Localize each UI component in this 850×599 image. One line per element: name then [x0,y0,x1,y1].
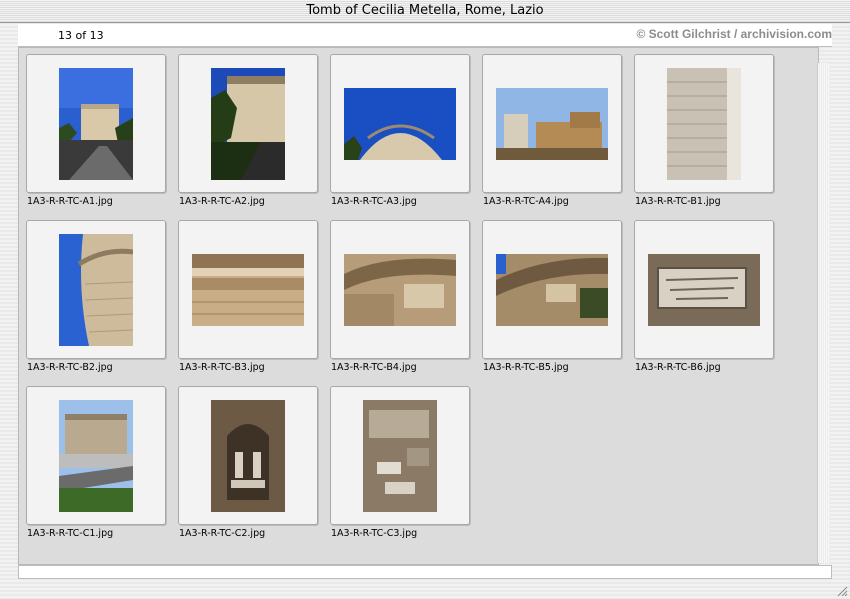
castle-photo-image[interactable] [59,400,133,512]
slide-frame[interactable] [178,220,318,359]
slide-frame[interactable] [26,54,166,193]
thumbnail-filename: 1A3-R-R-TC-A4.jpg [483,196,569,207]
tomb-photo-image[interactable] [59,68,133,180]
slide-frame[interactable] [634,220,774,359]
slide-frame[interactable] [330,386,470,525]
tomb-photo-image[interactable] [59,234,133,346]
slide-frame[interactable] [330,54,470,193]
slide-frame[interactable] [330,220,470,359]
slide-frame[interactable] [482,54,622,193]
slide-frame[interactable] [26,220,166,359]
frieze-photo-image[interactable] [192,254,304,326]
slide-frame[interactable] [634,54,774,193]
thumbnail-filename: 1A3-R-R-TC-C3.jpg [331,528,418,539]
slide-frame[interactable] [26,386,166,525]
window-title: Tomb of Cecilia Metella, Rome, Lazio [306,3,544,18]
image-counter: 13 of 13 [58,29,104,42]
thumbnail-filename: 1A3-R-R-TC-B6.jpg [635,362,721,373]
masonry-photo-image[interactable] [667,68,741,180]
tomb-photo-image[interactable] [344,88,456,160]
slide-frame[interactable] [178,54,318,193]
thumbnail-filename: 1A3-R-R-TC-B4.jpg [331,362,417,373]
inscription-photo-image[interactable] [648,254,760,326]
frieze-photo-image[interactable] [344,254,456,326]
resize-grip-icon[interactable] [836,585,848,597]
thumbnail-filename: 1A3-R-R-TC-B3.jpg [179,362,265,373]
thumbnail-filename: 1A3-R-R-TC-A2.jpg [179,196,265,207]
thumbnail-filename: 1A3-R-R-TC-C2.jpg [179,528,266,539]
tomb-photo-image[interactable] [211,68,285,180]
header-bar: 13 of 13 © Scott Gilchrist / archivision… [18,24,832,47]
thumbnail-filename: 1A3-R-R-TC-C1.jpg [27,528,114,539]
castle-photo-image[interactable] [496,88,608,160]
fragments-photo-image[interactable] [363,400,437,512]
credit-text: © Scott Gilchrist / archivision.com [636,27,832,41]
thumbnail-filename: 1A3-R-R-TC-B1.jpg [635,196,721,207]
horizontal-scrollbar[interactable] [18,565,832,579]
thumbnail-filename: 1A3-R-R-TC-B5.jpg [483,362,569,373]
thumbnail-filename: 1A3-R-R-TC-A3.jpg [331,196,417,207]
window-titlebar[interactable]: Tomb of Cecilia Metella, Rome, Lazio [0,0,850,23]
vertical-scrollbar[interactable] [817,63,830,563]
frieze-photo-image[interactable] [496,254,608,326]
thumbnail-filename: 1A3-R-R-TC-A1.jpg [27,196,113,207]
slide-frame[interactable] [178,386,318,525]
slide-frame[interactable] [482,220,622,359]
thumbnail-filename: 1A3-R-R-TC-B2.jpg [27,362,113,373]
niche-photo-image[interactable] [211,400,285,512]
thumbnail-grid: 1A3-R-R-TC-A1.jpg 1A3-R-R-TC-A2.jpg 1A3- [18,47,819,565]
